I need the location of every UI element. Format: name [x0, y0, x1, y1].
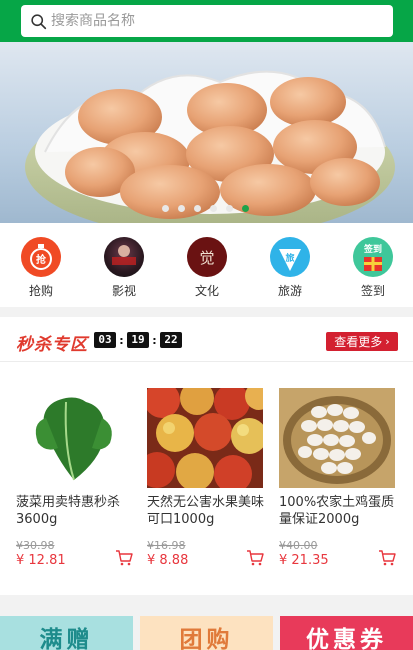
product-name: 100%农家土鸡蛋质量保证2000g	[279, 495, 395, 527]
category-label: 影视	[111, 284, 136, 298]
banner-carousel[interactable]	[0, 42, 413, 223]
product-image[interactable]	[279, 388, 395, 488]
carousel-indicators	[162, 205, 249, 212]
carousel-dot[interactable]	[178, 205, 185, 212]
promo-coupon[interactable]: 优惠券	[280, 616, 413, 650]
culture-icon: 觉	[187, 237, 227, 277]
category-travel[interactable]: 旅 旅游	[260, 237, 320, 299]
promo-gift[interactable]: 满赠	[0, 616, 133, 650]
product-image[interactable]	[147, 388, 263, 488]
culture-badge: 觉	[199, 249, 214, 267]
cart-icon[interactable]	[115, 550, 133, 566]
product-name: 天然无公害水果美味可口1000g	[147, 495, 264, 527]
carousel-dot[interactable]	[210, 205, 217, 212]
page: { "search": { "placeholder": "搜索商品名称" },…	[0, 0, 413, 650]
product-image[interactable]	[16, 388, 132, 488]
checkin-badge: 签到	[363, 243, 382, 255]
promo-group-buy[interactable]: 团购	[140, 616, 273, 650]
product-card[interactable]: 100%农家土鸡蛋质量保证2000g ¥40.00 ¥ 21.35	[279, 388, 396, 568]
promo-section: 满赠 团购 优惠券	[0, 605, 413, 650]
category-nav: 抢 抢购 影视 觉 文化 旅 旅游 签到 签到	[0, 223, 413, 307]
timer-minutes: 19	[127, 332, 149, 348]
product-card[interactable]: 天然无公害水果美味可口1000g ¥16.98 ¥ 8.88	[147, 388, 264, 568]
travel-badge: 旅	[285, 252, 294, 264]
travel-icon: 旅	[270, 237, 310, 277]
flash-sale-header: 秒杀专区 03 : 19 : 22 查看更多 ›	[0, 317, 413, 362]
countdown-timer: 03 : 19 : 22	[94, 332, 182, 348]
timer-seconds: 22	[160, 332, 182, 348]
cart-icon[interactable]	[378, 550, 396, 566]
product-name: 菠菜用卖特惠秒杀3600g	[16, 495, 121, 527]
search-icon	[31, 13, 47, 29]
category-rush-buy[interactable]: 抢 抢购	[11, 237, 71, 299]
category-checkin[interactable]: 签到 签到	[343, 237, 403, 299]
product-card[interactable]: 菠菜用卖特惠秒杀3600g ¥30.98 ¥ 12.81	[16, 388, 133, 568]
rush-buy-badge: 抢	[36, 253, 47, 266]
movie-icon	[104, 237, 144, 277]
category-label: 签到	[360, 284, 385, 298]
category-movie[interactable]: 影视	[94, 237, 154, 299]
search-box[interactable]	[21, 5, 393, 37]
category-label: 文化	[194, 284, 219, 298]
promo-gift-label: 满赠	[39, 627, 94, 650]
checkin-icon: 签到	[353, 237, 393, 277]
banner-image	[25, 70, 395, 223]
promo-group-buy-label: 团购	[179, 627, 234, 650]
view-more-label: 查看更多	[334, 335, 383, 349]
carousel-dot[interactable]	[194, 205, 201, 212]
top-bar	[0, 0, 413, 42]
category-label: 抢购	[28, 284, 53, 298]
rush-buy-icon: 抢	[21, 237, 61, 277]
category-label: 旅游	[277, 284, 302, 298]
carousel-dot-active[interactable]	[242, 205, 249, 212]
carousel-dot[interactable]	[226, 205, 233, 212]
carousel-dot[interactable]	[162, 205, 169, 212]
search-input[interactable]	[51, 13, 371, 29]
promo-coupon-label: 优惠券	[306, 627, 387, 650]
flash-sale-title: 秒杀专区	[16, 335, 88, 355]
view-more-button[interactable]: 查看更多 ›	[326, 332, 398, 351]
cart-icon[interactable]	[246, 550, 264, 566]
chevron-right-icon: ›	[385, 335, 390, 348]
flash-sale-section: 秒杀专区 03 : 19 : 22 查看更多 › 菠菜用卖特惠秒杀3600g ¥…	[0, 317, 413, 595]
timer-hours: 03	[94, 332, 116, 348]
category-culture[interactable]: 觉 文化	[177, 237, 237, 299]
